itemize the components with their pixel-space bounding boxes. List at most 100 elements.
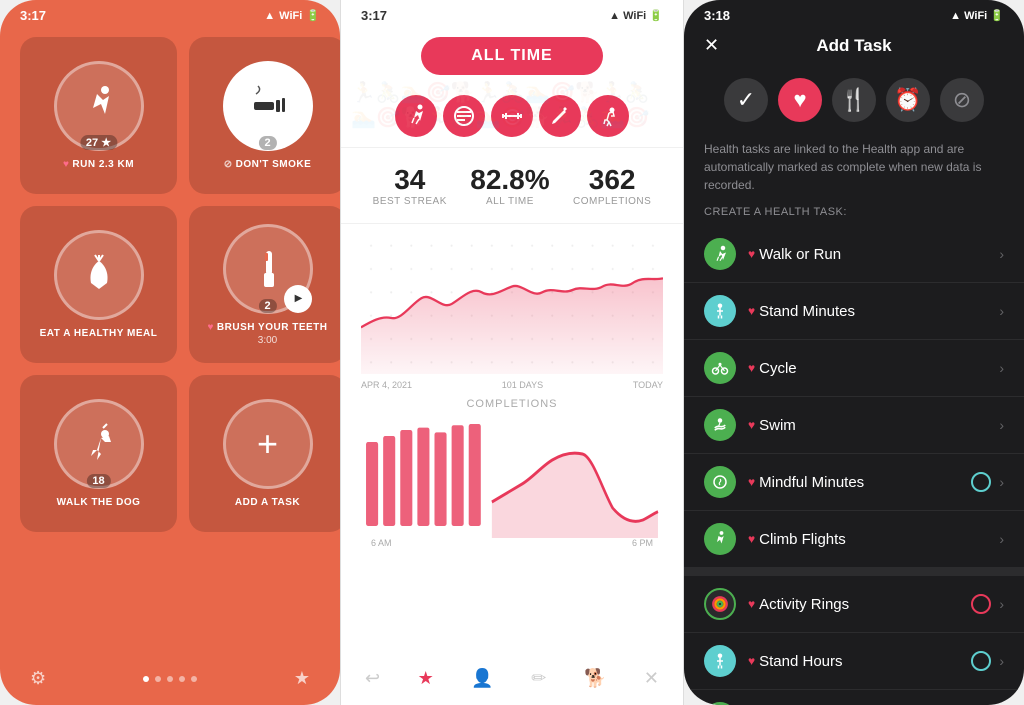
task-item-mindful[interactable]: ♥ Mindful Minutes ›	[684, 454, 1024, 511]
task-icon-stand-minutes	[704, 295, 736, 327]
badge-mindful	[971, 472, 991, 492]
task-icon-swim	[704, 409, 736, 441]
heart-climb-flights: ♥	[748, 532, 755, 546]
task-item-cycle[interactable]: ♥ Cycle ›	[684, 340, 1024, 397]
smoke-count: 2	[258, 136, 276, 150]
heart-mindful: ♥	[748, 475, 755, 489]
task-icon-cycle	[704, 352, 736, 384]
brush-count: 2	[258, 299, 276, 313]
status-icons-p1: ▲ WiFi 🔋	[264, 9, 320, 22]
trend-chart-svg	[361, 234, 663, 374]
task-item-stand-hours[interactable]: ♥ Stand Hours ›	[684, 633, 1024, 690]
section-title: CREATE A HEALTH TASK:	[684, 206, 1024, 226]
brush-sublabel: 3:00	[258, 335, 277, 346]
cancel-icon: ⊘	[953, 87, 971, 113]
badge-stand-hours	[971, 651, 991, 671]
run-count: 27 ★	[80, 135, 117, 150]
task-name-stand-minutes: ♥ Stand Minutes	[748, 303, 999, 320]
time-p1: 3:17	[20, 8, 46, 23]
bottom-bar-p1: ⚙ ★	[0, 668, 340, 689]
close-icon-bottom[interactable]: ✕	[644, 668, 659, 689]
dog-icon-bottom[interactable]: 🐕	[584, 668, 606, 689]
dog-label: WALK THE DOG	[57, 497, 141, 508]
completions-chart-svg	[361, 418, 663, 538]
habit-walk-dog[interactable]: 18 WALK THE DOG	[20, 375, 177, 532]
task-item-activity-rings[interactable]: ♥ Activity Rings ›	[684, 576, 1024, 633]
task-icon-mindful	[704, 466, 736, 498]
clock-icon: ⏰	[894, 87, 921, 113]
dot-4	[179, 676, 185, 682]
dot-3	[167, 676, 173, 682]
habit-brush-teeth[interactable]: 2 ▶ ♥ BRUSH YOUR TEETH 3:00	[189, 206, 340, 363]
dot-2	[155, 676, 161, 682]
status-bar-p3: 3:18 ▲ WiFi 🔋	[684, 0, 1024, 27]
dog-count: 18	[86, 474, 110, 488]
pencil-icon[interactable]: ✏	[531, 668, 546, 689]
play-button[interactable]: ▶	[284, 285, 312, 313]
separator	[684, 568, 1024, 576]
task-name-cycle: ♥ Cycle	[748, 360, 999, 377]
task-icon-walk-run	[704, 238, 736, 270]
habit-circle-eat	[54, 230, 144, 320]
time-p3: 3:18	[704, 8, 730, 23]
settings-icon[interactable]: ⚙	[30, 668, 46, 689]
tab-fork[interactable]: 🍴	[832, 78, 876, 122]
habit-circle-brush: 2 ▶	[223, 224, 313, 314]
status-bar-p1: 3:17 ▲ WiFi 🔋	[0, 0, 340, 27]
smoke-label: ⊘ DON'T SMOKE	[224, 159, 312, 170]
habit-circle-dog: 18	[54, 399, 144, 489]
add-task-header: ✕ Add Task	[684, 27, 1024, 68]
share-icon[interactable]: ↩	[365, 668, 380, 689]
star-icon[interactable]: ★	[418, 668, 434, 689]
heart-stand-hours: ♥	[748, 654, 755, 668]
dot-1	[143, 676, 149, 682]
heart-activity-rings: ♥	[748, 597, 755, 611]
heart-swim: ♥	[748, 418, 755, 432]
tab-heart[interactable]: ♥	[778, 78, 822, 122]
task-name-walk-run: ♥ Walk or Run	[748, 246, 999, 263]
heart-cycle: ♥	[748, 361, 755, 375]
run-icon	[77, 84, 121, 128]
chevron-climb-flights: ›	[999, 531, 1004, 547]
tab-clock[interactable]: ⏰	[886, 78, 930, 122]
task-icon-activity-rings	[704, 588, 736, 620]
person-icon[interactable]: 👤	[471, 668, 493, 689]
task-item-walk-run[interactable]: ♥ Walk or Run ›	[684, 226, 1024, 283]
task-name-swim: ♥ Swim	[748, 417, 999, 434]
habit-circle-smoke: 2	[223, 61, 313, 151]
habit-eat-healthy[interactable]: EAT A HEALTHY MEAL	[20, 206, 177, 363]
info-text: Health tasks are linked to the Health ap…	[684, 132, 1024, 206]
add-task-title: Add Task	[816, 36, 891, 56]
completions-chart	[361, 418, 663, 538]
fork-icon: 🍴	[840, 87, 867, 113]
task-icon-stand-hours	[704, 645, 736, 677]
heart-tab-icon: ♥	[793, 87, 806, 113]
status-icons-p3: ▲ WiFi 🔋	[950, 8, 1004, 23]
task-item-stand-minutes[interactable]: ♥ Stand Minutes ›	[684, 283, 1024, 340]
smoke-icon	[246, 84, 290, 128]
tab-checkmark[interactable]: ✓	[724, 78, 768, 122]
task-item-exercise-minutes[interactable]: ♥ Exercise Minutes ›	[684, 690, 1024, 705]
task-icon-climb-flights	[704, 523, 736, 555]
task-item-climb-flights[interactable]: ♥ Climb Flights ›	[684, 511, 1024, 568]
close-button[interactable]: ✕	[704, 35, 719, 56]
tab-icons: ✓ ♥ 🍴 ⏰ ⊘	[684, 68, 1024, 132]
add-icon: +	[257, 423, 278, 465]
tab-cancel[interactable]: ⊘	[940, 78, 984, 122]
task-item-swim[interactable]: ♥ Swim ›	[684, 397, 1024, 454]
heart-walk-run: ♥	[748, 247, 755, 261]
run-label: ♥ RUN 2.3 KM	[63, 159, 134, 170]
habits-panel: 3:17 ▲ WiFi 🔋 27 ★ ♥ RUN 2.3 KM	[0, 0, 340, 705]
habits-grid: 27 ★ ♥ RUN 2.3 KM 2 ⊘ DON'T SMOKE	[0, 27, 340, 516]
add-label: ADD A TASK	[235, 497, 300, 508]
time-p2: 3:17	[361, 8, 387, 23]
completions-section: COMPLETIONS 6 AM 6 PM	[341, 390, 683, 548]
habit-dont-smoke[interactable]: 2 ⊘ DON'T SMOKE	[189, 37, 340, 194]
heart-icon-brush: ♥	[207, 322, 213, 333]
chevron-walk-run: ›	[999, 246, 1004, 262]
habit-run[interactable]: 27 ★ ♥ RUN 2.3 KM	[20, 37, 177, 194]
habit-add-task[interactable]: + ADD A TASK	[189, 375, 340, 532]
time-end: 6 PM	[632, 538, 653, 548]
favorites-icon[interactable]: ★	[294, 668, 310, 689]
habit-circle-run: 27 ★	[54, 61, 144, 151]
